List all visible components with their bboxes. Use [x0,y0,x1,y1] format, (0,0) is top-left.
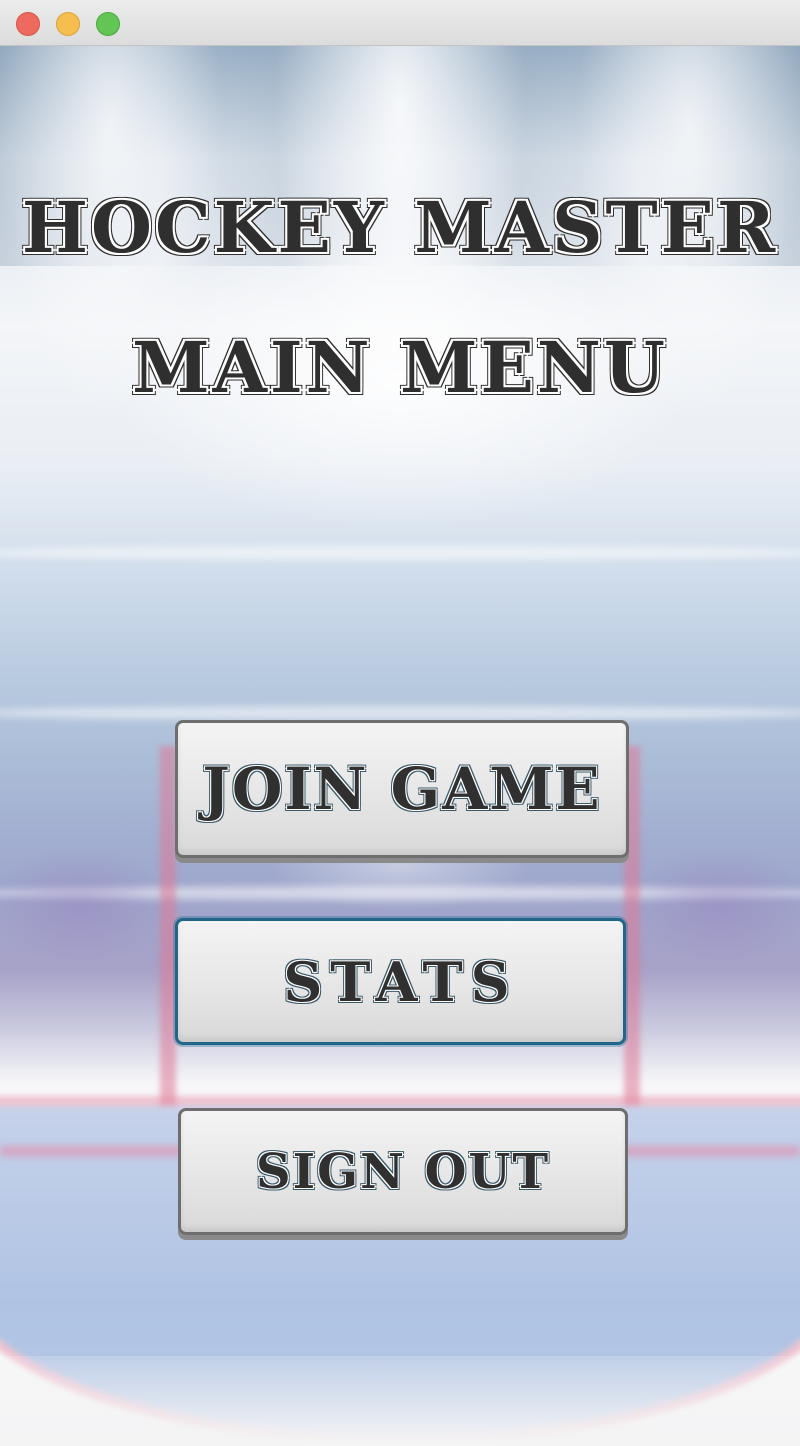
close-window-button[interactable] [16,12,40,36]
stats-label: STATS [283,949,518,1014]
goal-post-left [160,746,176,1166]
game-title: HOCKEY MASTER [21,186,779,269]
join-game-button[interactable]: JOIN GAME [175,720,629,858]
menu-title: MAIN MENU [132,326,668,409]
stats-button[interactable]: STATS [175,918,626,1045]
window-titlebar[interactable] [0,0,800,46]
sign-out-label: SIGN OUT [255,1143,551,1200]
maximize-window-button[interactable] [96,12,120,36]
minimize-window-button[interactable] [56,12,80,36]
sign-out-button[interactable]: SIGN OUT [178,1108,628,1235]
stand-rail-middle [0,706,800,720]
join-game-label: JOIN GAME [202,755,602,823]
stand-rail-upper [0,546,800,560]
app-window: HOCKEY MASTER MAIN MENU JOIN GAME STATS … [0,0,800,1446]
rink-floor [0,1356,800,1446]
